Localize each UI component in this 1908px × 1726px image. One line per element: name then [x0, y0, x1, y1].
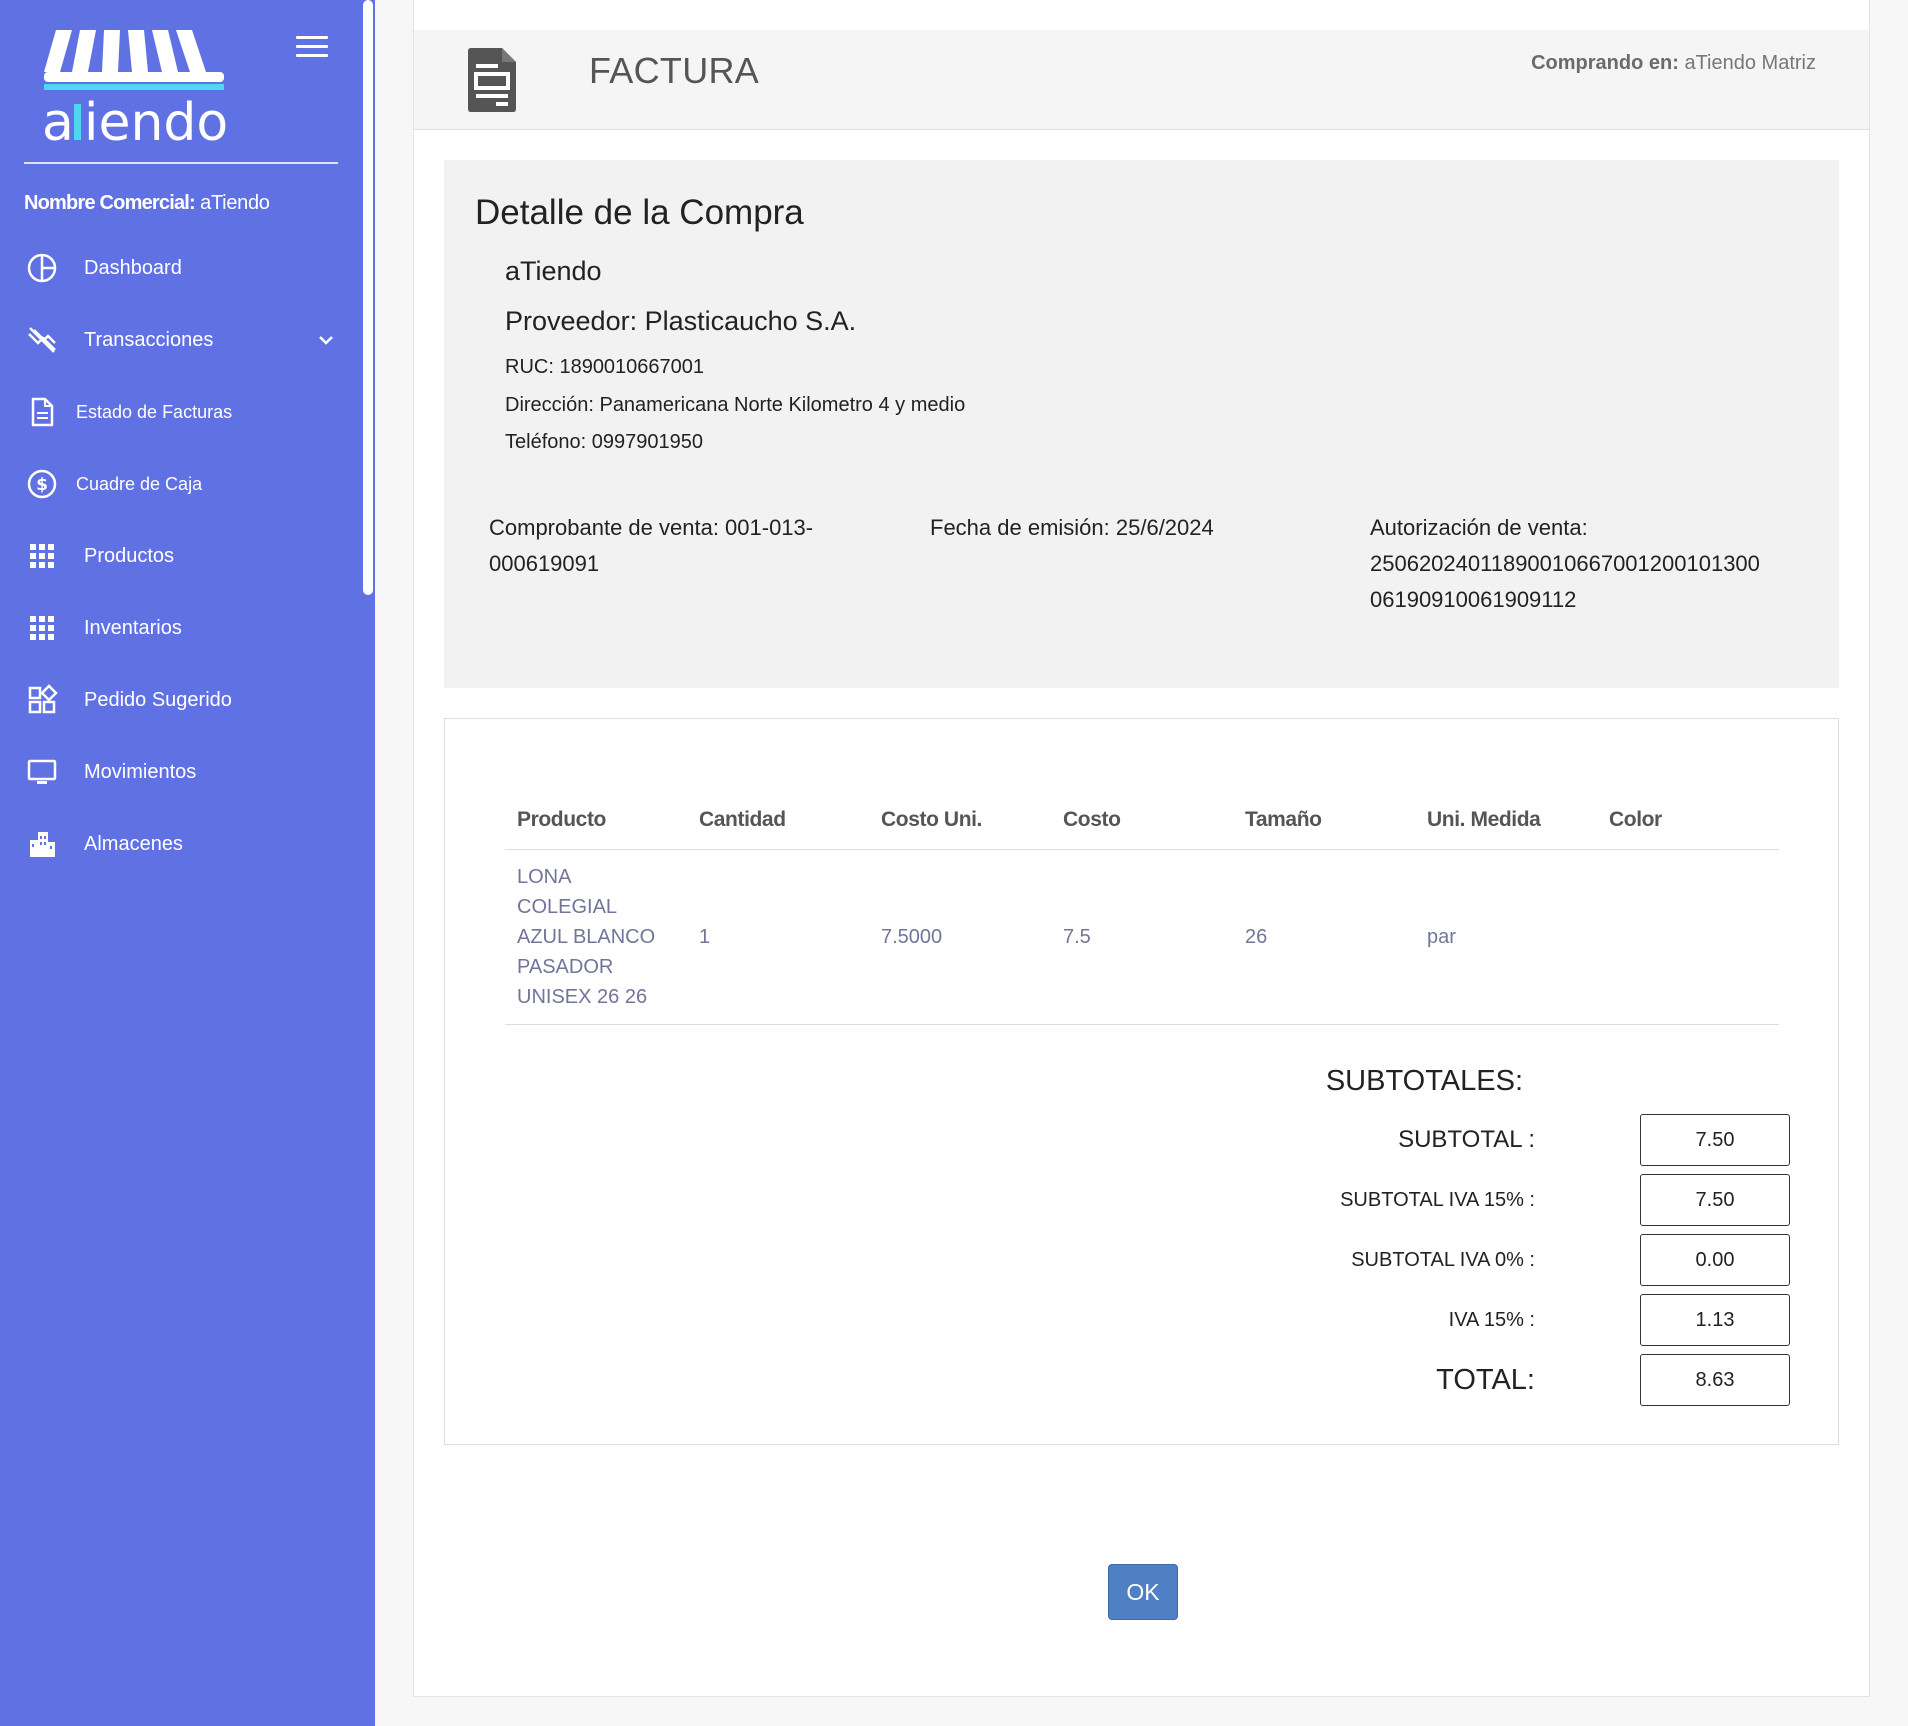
factura-card: FACTURA Comprando en: aTiendo Matriz Det… [413, 0, 1870, 1697]
sidebar-nav: Dashboard Transacciones Estado de Factur… [0, 232, 360, 880]
total-row: TOTAL: 8.63 [1175, 1354, 1790, 1406]
document-icon [26, 396, 58, 428]
chart-pie-icon [26, 252, 58, 284]
cell-color [1597, 849, 1779, 1025]
card-header: FACTURA Comprando en: aTiendo Matriz [414, 30, 1869, 130]
cell-costo-uni: 7.5000 [869, 849, 1051, 1025]
detalle-title: Detalle de la Compra [475, 193, 804, 232]
subtotal-iva0-row: SUBTOTAL IVA 0% : 0.00 [1175, 1234, 1790, 1286]
productos-panel: Producto Cantidad Costo Uni. Costo Tamañ… [444, 718, 1839, 1445]
cell-costo: 7.5 [1051, 849, 1233, 1025]
telefono: Teléfono: 0997901950 [505, 431, 703, 453]
ruc: RUC: 1890010667001 [505, 356, 705, 378]
buildings-icon [26, 828, 58, 860]
atiendo-logo: a iendo [42, 30, 228, 148]
subtotal-iva15-field[interactable]: 7.50 [1640, 1174, 1790, 1226]
cell-tamano: 26 [1233, 849, 1415, 1025]
iva15-row: IVA 15% : 1.13 [1175, 1294, 1790, 1346]
subtotal-row: SUBTOTAL : 7.50 [1175, 1114, 1790, 1166]
sidebar: a iendo Nombre Comercial: aTiendo Dashbo… [0, 0, 375, 1726]
comprobante-venta: Comprobante de venta: 001-013- 000619091 [489, 515, 814, 576]
hamburger-menu-icon[interactable] [296, 36, 328, 62]
grid-icon [26, 540, 58, 572]
header-uni-medida: Uni. Medida [1415, 791, 1597, 850]
comprando-en: Comprando en: aTiendo Matriz [1531, 52, 1816, 74]
sidebar-item-estado-facturas[interactable]: Estado de Facturas [0, 376, 360, 448]
table-row: LONA COLEGIAL AZUL BLANCO PASADOR UNISEX… [505, 849, 1779, 1025]
header-costo: Costo [1051, 791, 1233, 850]
subtotal-field[interactable]: 7.50 [1640, 1114, 1790, 1166]
chevron-down-icon[interactable] [316, 330, 336, 350]
cell-cantidad: 1 [687, 849, 869, 1025]
sidebar-item-cuadre-caja[interactable]: $ Cuadre de Caja [0, 448, 360, 520]
dollar-circle-icon: $ [26, 468, 58, 500]
sidebar-scrollbar[interactable] [363, 0, 373, 595]
page-title: FACTURA [589, 50, 760, 91]
header-color: Color [1597, 791, 1779, 850]
logo-text: a [42, 93, 74, 148]
sidebar-divider [24, 162, 338, 164]
header-tamano: Tamaño [1233, 791, 1415, 850]
autorizacion-venta: Autorización de venta: 25062024011890010… [1370, 515, 1760, 612]
transfer-off-icon [26, 324, 58, 356]
svg-text:$: $ [36, 475, 48, 495]
header-cantidad: Cantidad [687, 791, 869, 850]
svg-text:iendo: iendo [84, 93, 228, 148]
cell-uni-medida: par [1415, 849, 1597, 1025]
nombre-comercial: Nombre Comercial: aTiendo [24, 192, 270, 214]
direccion: Dirección: Panamericana Norte Kilometro … [505, 394, 966, 416]
ok-button[interactable]: OK [1108, 1564, 1178, 1620]
header-producto: Producto [505, 791, 687, 850]
table-header-row: Producto Cantidad Costo Uni. Costo Tamañ… [505, 791, 1779, 850]
sidebar-item-almacenes[interactable]: Almacenes [0, 808, 360, 880]
cell-producto: LONA COLEGIAL AZUL BLANCO PASADOR UNISEX… [505, 849, 687, 1025]
sidebar-item-productos[interactable]: Productos [0, 520, 360, 592]
total-field[interactable]: 8.63 [1640, 1354, 1790, 1406]
detalle-compra-panel: Detalle de la Compra aTiendo Proveedor: … [444, 160, 1839, 688]
invoice-document-icon [468, 48, 516, 112]
header-costo-uni: Costo Uni. [869, 791, 1051, 850]
proveedor: Proveedor: Plasticaucho S.A. [505, 306, 857, 336]
productos-table: Producto Cantidad Costo Uni. Costo Tamañ… [505, 791, 1779, 1025]
subtotal-iva0-field[interactable]: 0.00 [1640, 1234, 1790, 1286]
fecha-emision: Fecha de emisión: 25/6/2024 [930, 515, 1214, 540]
sidebar-item-inventarios[interactable]: Inventarios [0, 592, 360, 664]
subtotal-iva15-row: SUBTOTAL IVA 15% : 7.50 [1175, 1174, 1790, 1226]
sidebar-item-pedido-sugerido[interactable]: Pedido Sugerido [0, 664, 360, 736]
widgets-icon [26, 684, 58, 716]
store-name: aTiendo [505, 256, 602, 286]
sidebar-item-transacciones[interactable]: Transacciones [0, 304, 360, 376]
monitor-icon [26, 756, 58, 788]
grid-icon [26, 612, 58, 644]
iva15-field[interactable]: 1.13 [1640, 1294, 1790, 1346]
subtotales-title: SUBTOTALES: [1325, 1065, 1523, 1097]
sidebar-item-movimientos[interactable]: Movimientos [0, 736, 360, 808]
sidebar-item-dashboard[interactable]: Dashboard [0, 232, 360, 304]
